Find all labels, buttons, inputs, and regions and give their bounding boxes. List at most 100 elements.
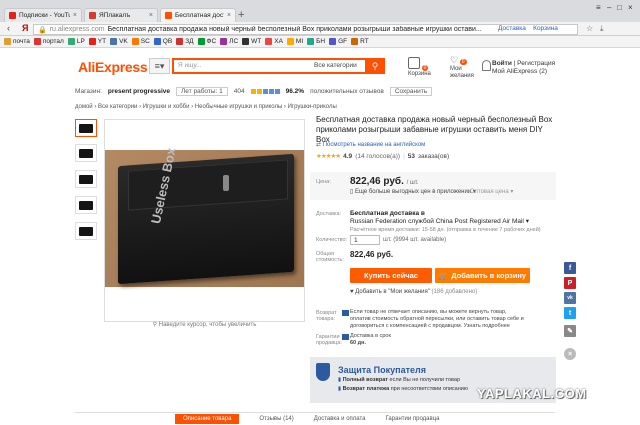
bookmark-item[interactable]: YT [88, 38, 106, 45]
vk-icon [110, 38, 118, 45]
cart-button[interactable]: 0 Корзина [408, 57, 431, 77]
reviews-link[interactable]: (14 голосов(а)) [355, 153, 400, 160]
bookmark-item[interactable]: ХА [265, 38, 283, 45]
twitter-icon[interactable]: t [564, 307, 576, 319]
bookmark-item[interactable]: БН [307, 38, 325, 45]
url-field[interactable]: 🔒 ru.aliexpress.com Бесплатная доставка … [33, 24, 578, 35]
delivery-link[interactable]: Доставка [498, 25, 526, 32]
protection-line-1-text: если Вы не получили товар [389, 377, 461, 383]
close-icon[interactable]: × [227, 12, 231, 19]
store-bar: Магазин: present progressive Лет работы:… [75, 85, 555, 97]
bookmark-item[interactable]: MI [286, 38, 303, 45]
close-icon[interactable]: × [564, 348, 576, 360]
search-button[interactable]: ⚲ [365, 58, 385, 74]
wishlist-button[interactable]: ♡ 0 Мои желания [450, 55, 480, 80]
bookmark-item[interactable]: ЛС [220, 38, 238, 45]
translate-icon: ⇄ [316, 142, 322, 148]
search-input[interactable]: Я ищу... [172, 58, 308, 74]
thumbnail[interactable] [75, 144, 97, 162]
heart-icon: ♡ [450, 55, 459, 65]
tab-yaplakal[interactable]: ЯПлакалъ × [84, 8, 158, 22]
store-positive-label: положительных отзывов [310, 87, 384, 95]
ship-route[interactable]: Russian Federation службой China Post Re… [350, 218, 524, 225]
edit-icon[interactable]: ✎ [564, 325, 576, 337]
add-to-wishlist-link[interactable]: ♥ Добавить в "Мои желания" (186 добавлен… [350, 289, 477, 295]
login-link[interactable]: Войти [492, 60, 512, 67]
guarantee-info: Доставка в срок 60 дн. [350, 333, 391, 347]
bookmark-item[interactable]: GF [329, 38, 347, 45]
maximize-icon[interactable]: □ [617, 3, 622, 12]
store-score: 404 [233, 87, 245, 95]
bookmark-item[interactable]: WT [242, 38, 261, 45]
site-icon [220, 38, 228, 45]
site-icon [176, 38, 184, 45]
app-deals-note[interactable]: ▯ Еще больше выгодных цен в приложении ▾ [350, 188, 476, 195]
my-aliexpress-link[interactable]: Мой AliExpress [492, 68, 537, 75]
bookmark-label: WT [251, 38, 262, 45]
menu-icon[interactable]: ≡ [596, 3, 601, 12]
bookmark-item[interactable]: ФС [197, 38, 216, 45]
store-name-link[interactable]: present progressive [108, 88, 170, 95]
yandex-logo[interactable]: Я [22, 23, 28, 33]
rating-row: ★★★★★ 4.9 (14 голосов(а)) | 53 заказа(ов… [316, 152, 450, 161]
vk-icon[interactable]: vk [564, 292, 576, 304]
category-menu-button[interactable]: ≡▾ [149, 58, 170, 74]
breadcrumb[interactable]: домой › Все категории › Игрушки и хобби … [75, 104, 337, 110]
facebook-icon[interactable]: f [564, 262, 576, 274]
window-close-icon[interactable]: × [628, 3, 633, 12]
register-link[interactable]: Регистрация [517, 60, 555, 67]
return-text: Если товар не отвечает описанию, вы може… [350, 309, 524, 329]
url-actions: Доставка Корзина [498, 25, 558, 32]
star-icon[interactable]: ☆ [586, 24, 593, 33]
close-icon[interactable]: × [73, 12, 77, 19]
bookmark-item[interactable]: LP [67, 38, 85, 45]
bookmark-item[interactable]: портал [33, 38, 64, 45]
bookmark-label: ЛС [229, 38, 239, 45]
add-to-cart-button[interactable]: 🛒 Добавить в корзину [435, 268, 530, 283]
zoom-hint: ⚲ Наведите курсор, чтобы увеличить [104, 321, 305, 328]
tab-shipping[interactable]: Доставка и оплата [314, 416, 366, 422]
bookmark-item[interactable]: VK [110, 38, 128, 45]
qty-label: Количество: [316, 237, 348, 243]
translate-link[interactable]: ⇄ Посмотреть название на английском [316, 141, 425, 148]
aliexpress-logo[interactable]: AliExpress [78, 59, 148, 75]
qty-available: шт. (9994 шт. available) [383, 237, 447, 243]
wholesale-link[interactable]: Оптовая цена ▾ [470, 188, 513, 195]
site-icon [131, 38, 139, 45]
thumbnail[interactable] [75, 222, 97, 240]
user-icon [482, 60, 491, 71]
back-button[interactable]: ‹ [7, 23, 10, 33]
bookmark-item[interactable]: ЗД [176, 38, 194, 45]
category-select[interactable]: Все категории [308, 58, 365, 74]
tab-guarantees[interactable]: Гарантии продавца [386, 416, 440, 422]
new-tab-button[interactable]: + [238, 9, 244, 21]
pinterest-icon[interactable]: P [564, 277, 576, 289]
bookmark-item[interactable]: QB [153, 38, 172, 45]
cart-link[interactable]: Корзина [533, 25, 558, 32]
price-label: Цена: [316, 179, 331, 185]
close-icon[interactable]: × [149, 12, 153, 19]
bookmark-item[interactable]: SC [131, 38, 150, 45]
tab-youtube[interactable]: Подписки - YouTube × [4, 8, 82, 22]
tab-aliexpress[interactable]: Бесплатная доставка × [160, 8, 236, 22]
tab-reviews[interactable]: Отзывы (14) [259, 416, 293, 422]
store-positive-pct: 96.2% [285, 87, 305, 95]
bookmark-label: GF [338, 38, 348, 45]
buy-now-button[interactable]: Купить сейчас [350, 268, 432, 283]
wholesale-label: Оптовая цена [470, 189, 509, 195]
site-icon [67, 38, 75, 45]
cart-label: Корзина [408, 71, 431, 77]
thumbnail[interactable] [75, 170, 97, 188]
thumbnail[interactable] [75, 119, 97, 137]
search-icon: ⚲ [371, 60, 379, 71]
cart-icon: 🛒 [438, 271, 449, 280]
site-icon [307, 38, 315, 45]
bookmark-item[interactable]: RT [351, 38, 369, 45]
download-icon[interactable]: ⤓ [600, 24, 604, 34]
save-store-button[interactable]: Сохранить [389, 86, 433, 96]
tab-description[interactable]: Описание товара [175, 414, 240, 424]
quantity-input[interactable]: 1 [350, 235, 380, 245]
minimize-icon[interactable]: – [607, 3, 611, 12]
bookmark-item[interactable]: почта [4, 38, 30, 45]
thumbnail[interactable] [75, 196, 97, 214]
